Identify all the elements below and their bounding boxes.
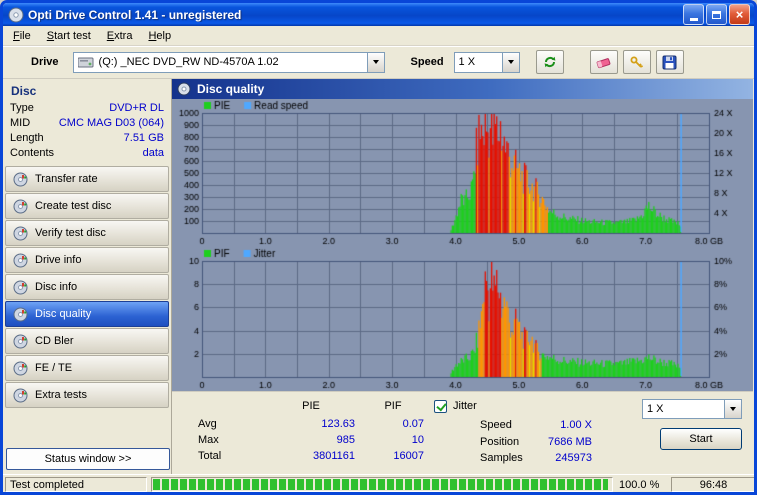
- sidebar-item-drive-info[interactable]: Drive info: [5, 247, 169, 273]
- menu-start-test[interactable]: Start test: [39, 28, 99, 44]
- disc-icon: [13, 361, 28, 375]
- sidebar-item-disc-quality[interactable]: Disc quality: [5, 301, 169, 327]
- disc-icon: [13, 307, 28, 321]
- pif-jitter-chart: [172, 247, 753, 391]
- app-disc-icon: [8, 7, 24, 23]
- status-window-button[interactable]: Status window >>: [6, 448, 170, 470]
- sidebar-item-create-test-disc[interactable]: Create test disc: [5, 193, 169, 219]
- sidebar-item-transfer-rate[interactable]: Transfer rate: [5, 166, 169, 192]
- disc-quality-icon: [177, 82, 191, 96]
- disc-info-type: Type DVD+R DL: [10, 102, 164, 114]
- disc-info-contents: Contents data: [10, 147, 164, 159]
- drive-icon: [77, 57, 94, 68]
- drive-select-arrow[interactable]: [366, 52, 384, 72]
- sidebar-buttons: Transfer rate Create test disc Verify test…: [3, 166, 171, 408]
- position-label: Position: [480, 436, 520, 448]
- speed-select[interactable]: 1 X: [453, 51, 520, 73]
- drive-label: Drive: [31, 56, 59, 68]
- progress-bar: [151, 477, 613, 492]
- sidebar: Disc Type DVD+R DL MID CMC MAG D03 (064) L…: [3, 79, 172, 474]
- floppy-icon: [662, 55, 677, 69]
- license-keys-button[interactable]: [622, 50, 651, 74]
- close-button[interactable]: ×: [729, 4, 750, 25]
- maximize-button[interactable]: [706, 4, 727, 25]
- pie-readspeed-chart: [172, 99, 753, 247]
- sidebar-item-disc-info[interactable]: Disc info: [5, 274, 169, 300]
- menu-help[interactable]: Help: [140, 28, 179, 44]
- progress-fill: [153, 479, 609, 490]
- disc-icon: [13, 226, 28, 240]
- disc-icon: [13, 388, 28, 402]
- refresh-icon: [544, 56, 555, 68]
- status-bar: Test completed 100.0 % 96:48: [3, 474, 754, 492]
- erase-disc-button[interactable]: [589, 50, 618, 74]
- disc-quality-header: Disc quality: [172, 79, 753, 99]
- pif-column-header: PIF: [384, 400, 402, 412]
- status-text: Test completed: [5, 477, 147, 492]
- progress-percent: 100.0 %: [619, 479, 660, 491]
- speed-select-secondary-arrow[interactable]: [724, 400, 741, 418]
- sidebar-item-cd-bler[interactable]: CD Bler: [5, 328, 169, 354]
- disc-section-header: Disc: [11, 84, 37, 98]
- jitter-checkbox-label: Jitter: [453, 400, 477, 412]
- samples-value: 245973: [555, 452, 592, 464]
- disc-info-length: Length 7.51 GB: [10, 132, 164, 144]
- disc-info-mid: MID CMC MAG D03 (064): [10, 117, 164, 129]
- window-title: Opti Drive Control 1.41 - unregistered: [28, 7, 242, 22]
- save-button[interactable]: [655, 50, 684, 74]
- disc-icon: [13, 199, 28, 213]
- speed-stat-value: 1.00 X: [560, 419, 592, 431]
- drive-bar: Drive (Q:) _NEC DVD_RW ND-4570A 1.02 Spe…: [3, 46, 754, 79]
- disc-icon: [13, 280, 28, 294]
- disc-icon: [13, 334, 28, 348]
- samples-label: Samples: [480, 452, 523, 464]
- keys-icon: [630, 56, 643, 68]
- check-icon: [436, 400, 447, 412]
- elapsed-time: 96:48: [671, 477, 754, 492]
- position-value: 7686 MB: [547, 436, 592, 448]
- title-bar: Opti Drive Control 1.41 - unregistered ×: [3, 3, 754, 26]
- eraser-icon: [596, 58, 610, 69]
- disc-icon: [13, 172, 28, 186]
- menu-extra[interactable]: Extra: [99, 28, 141, 44]
- menu-file[interactable]: File: [5, 28, 39, 44]
- sidebar-item-verify-test-disc[interactable]: Verify test disc: [5, 220, 169, 246]
- app-window: Opti Drive Control 1.41 - unregistered ×…: [0, 0, 757, 495]
- speed-select-secondary-value: 1 X: [647, 403, 664, 415]
- stats-panel: PIE PIF Avg 123.63 0.07 Max 985 10 Total…: [172, 391, 753, 475]
- speed-stat-label: Speed: [480, 419, 512, 431]
- start-button[interactable]: Start: [660, 428, 742, 450]
- speed-select-secondary[interactable]: 1 X: [642, 399, 742, 419]
- speed-value: 1 X: [458, 56, 476, 68]
- jitter-checkbox[interactable]: [434, 400, 447, 413]
- speed-label: Speed: [410, 56, 444, 68]
- drive-select[interactable]: (Q:) _NEC DVD_RW ND-4570A 1.02: [72, 51, 385, 73]
- stats-row-total: Total 3801161 16007: [198, 450, 424, 462]
- menu-bar: File Start test Extra Help: [3, 26, 754, 46]
- minimize-button[interactable]: [683, 4, 704, 25]
- pie-column-header: PIE: [302, 400, 320, 412]
- refresh-drives-button[interactable]: [535, 50, 564, 74]
- main-panel: Disc quality PIE PIF Avg 123.63 0.07 Max…: [172, 79, 753, 475]
- sidebar-item-extra-tests[interactable]: Extra tests: [5, 382, 169, 408]
- drive-value: (Q:) _NEC DVD_RW ND-4570A 1.02: [98, 56, 279, 68]
- speed-select-arrow[interactable]: [501, 52, 519, 72]
- disc-icon: [13, 253, 28, 267]
- sidebar-item-fe-te[interactable]: FE / TE: [5, 355, 169, 381]
